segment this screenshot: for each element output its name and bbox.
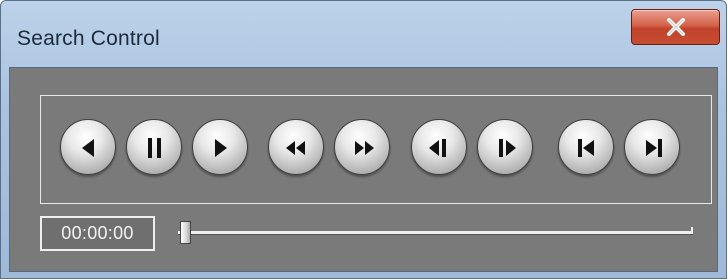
seek-slider-track[interactable] — [178, 231, 693, 235]
seek-slider-track-end — [691, 227, 693, 234]
rewind-icon — [286, 141, 305, 155]
pause-icon — [148, 138, 161, 158]
window-title: Search Control — [17, 27, 160, 50]
skip-to-start-button[interactable] — [558, 119, 614, 175]
close-icon — [666, 18, 685, 36]
pause-button[interactable] — [126, 119, 182, 175]
rewind-button[interactable] — [268, 119, 324, 175]
transport-button-panel — [40, 95, 712, 204]
previous-icon — [82, 139, 94, 157]
step-back-button[interactable] — [411, 119, 467, 175]
close-button[interactable] — [631, 9, 720, 45]
title-bar[interactable]: Search Control — [1, 1, 726, 67]
skip-to-end-button[interactable] — [624, 119, 680, 175]
seek-slider[interactable] — [178, 219, 693, 247]
step-forward-button[interactable] — [477, 119, 533, 175]
previous-button[interactable] — [60, 119, 116, 175]
step-back-icon — [429, 139, 446, 157]
skip-to-start-icon — [578, 139, 594, 157]
play-icon — [215, 139, 227, 157]
skip-to-end-icon — [646, 139, 662, 157]
search-control-window: Search Control 00:00:00 — [0, 0, 727, 279]
step-forward-icon — [499, 139, 516, 157]
fast-forward-icon — [355, 141, 374, 155]
fast-forward-button[interactable] — [334, 119, 390, 175]
client-area: 00:00:00 — [9, 67, 718, 272]
play-button[interactable] — [192, 119, 248, 175]
seek-slider-thumb[interactable] — [180, 221, 191, 244]
timecode-display: 00:00:00 — [40, 216, 155, 251]
